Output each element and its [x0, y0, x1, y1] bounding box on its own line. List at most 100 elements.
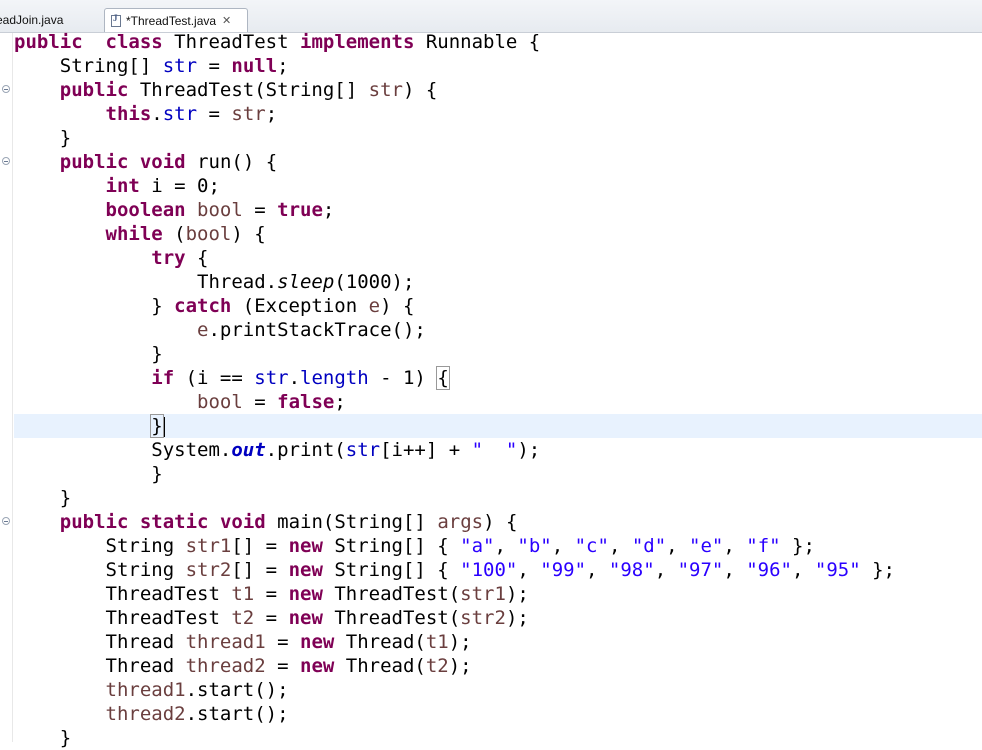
- code-token: Thread: [14, 655, 186, 677]
- code-token: String[] {: [322, 535, 461, 557]
- code-token: thread2: [185, 655, 266, 677]
- code-token: );: [517, 439, 541, 461]
- tab-threadtest[interactable]: *ThreadTest.java ✕: [104, 8, 248, 32]
- code-token: }: [14, 295, 175, 317]
- code-line[interactable]: try {: [14, 246, 982, 270]
- code-token: false: [277, 391, 335, 413]
- code-token: "b": [517, 535, 552, 557]
- tab-readjoin[interactable]: readJoin.java: [0, 8, 102, 32]
- code-line[interactable]: while (bool) {: [14, 222, 982, 246]
- code-line[interactable]: int i = 0;: [14, 174, 982, 198]
- code-token: .: [288, 367, 301, 389]
- code-token: System.: [14, 439, 232, 461]
- code-token: e: [368, 295, 381, 317]
- code-line[interactable]: public void run() {: [14, 150, 982, 174]
- code-line[interactable]: }: [14, 126, 982, 150]
- code-line[interactable]: }: [14, 462, 982, 486]
- code-token: .printStackTrace();: [208, 319, 426, 341]
- code-token: public: [14, 31, 83, 53]
- code-line[interactable]: }: [14, 486, 982, 510]
- code-line[interactable]: String[] str = null;: [14, 54, 982, 78]
- code-token: "96": [746, 559, 792, 581]
- code-token: bool: [197, 199, 243, 221]
- code-line[interactable]: String str1[] = new String[] { "a", "b",…: [14, 534, 982, 558]
- code-line[interactable]: thread1.start();: [14, 678, 982, 702]
- code-line[interactable]: }: [14, 342, 982, 366]
- code-token: String[] {: [322, 559, 461, 581]
- code-token: "95": [814, 559, 861, 581]
- code-line[interactable]: boolean bool = true;: [14, 198, 982, 222]
- code-token: ) {: [231, 223, 266, 245]
- code-token: "100": [460, 559, 518, 581]
- code-token: =: [197, 103, 232, 125]
- code-token: " ": [471, 439, 518, 461]
- code-line[interactable]: public class ThreadTest implements Runna…: [14, 30, 982, 54]
- code-token: try: [151, 247, 186, 269]
- code-token: new: [288, 583, 323, 605]
- code-token: ;: [334, 391, 346, 413]
- fold-collapse-icon[interactable]: [2, 85, 10, 93]
- code-token: sleep: [277, 271, 335, 293]
- code-line[interactable]: }: [14, 414, 982, 438]
- code-token: );: [448, 655, 472, 677]
- close-icon[interactable]: ✕: [222, 14, 231, 27]
- code-line[interactable]: thread2.start();: [14, 702, 982, 726]
- code-line[interactable]: Thread thread1 = new Thread(t1);: [14, 630, 982, 654]
- code-token: }: [14, 487, 72, 509]
- code-token: Runnable {: [414, 31, 541, 53]
- code-line[interactable]: Thread.sleep(1000);: [14, 270, 982, 294]
- tab-threadtest-label: *ThreadTest.java: [126, 13, 217, 28]
- code-line[interactable]: System.out.print(str[i++] + " ");: [14, 438, 982, 462]
- code-line[interactable]: bool = false;: [14, 390, 982, 414]
- code-token: void: [219, 511, 266, 533]
- code-line[interactable]: e.printStackTrace();: [14, 318, 982, 342]
- code-token: =: [242, 199, 278, 221]
- code-line[interactable]: this.str = str;: [14, 102, 982, 126]
- code-line[interactable]: }: [14, 726, 982, 750]
- code-token: "c": [574, 535, 609, 557]
- code-editor[interactable]: public class ThreadTest implements Runna…: [14, 30, 982, 749]
- code-token: str: [345, 439, 381, 461]
- fold-collapse-icon[interactable]: [2, 517, 10, 525]
- code-line[interactable]: public static void main(String[] args) {: [14, 510, 982, 534]
- fold-collapse-icon[interactable]: [2, 157, 10, 165]
- code-token: ,: [723, 559, 747, 581]
- code-token: =: [265, 631, 300, 653]
- code-line[interactable]: Thread thread2 = new Thread(t2);: [14, 654, 982, 678]
- code-token: ) {: [380, 295, 415, 317]
- code-token: (1000);: [334, 271, 415, 293]
- code-token: "a": [460, 535, 495, 557]
- code-token: new: [288, 559, 323, 581]
- code-token: ;: [277, 55, 289, 77]
- code-token: t2: [231, 607, 255, 629]
- code-line[interactable]: String str2[] = new String[] { "100", "9…: [14, 558, 982, 582]
- editor-ruler: [0, 33, 13, 742]
- code-token: Thread.: [14, 271, 278, 293]
- java-file-icon: [111, 13, 121, 27]
- code-token: ThreadTest: [14, 583, 232, 605]
- code-line[interactable]: ThreadTest t1 = new ThreadTest(str1);: [14, 582, 982, 606]
- code-line[interactable]: public ThreadTest(String[] str) {: [14, 78, 982, 102]
- code-token: new: [288, 535, 323, 557]
- code-token: Thread: [14, 631, 186, 653]
- code-token: ThreadTest: [162, 31, 301, 53]
- code-token: ,: [494, 535, 518, 557]
- code-line[interactable]: if (i == str.length - 1) {: [14, 366, 982, 390]
- code-line[interactable]: ThreadTest t2 = new ThreadTest(str2);: [14, 606, 982, 630]
- code-token: new: [300, 655, 335, 677]
- code-token: e: [197, 319, 209, 341]
- code-token: public: [59, 79, 129, 101]
- code-line[interactable]: } catch (Exception e) {: [14, 294, 982, 318]
- code-token: str: [368, 79, 403, 101]
- tab-readjoin-label: readJoin.java: [0, 13, 64, 27]
- code-token: .start();: [185, 679, 289, 701]
